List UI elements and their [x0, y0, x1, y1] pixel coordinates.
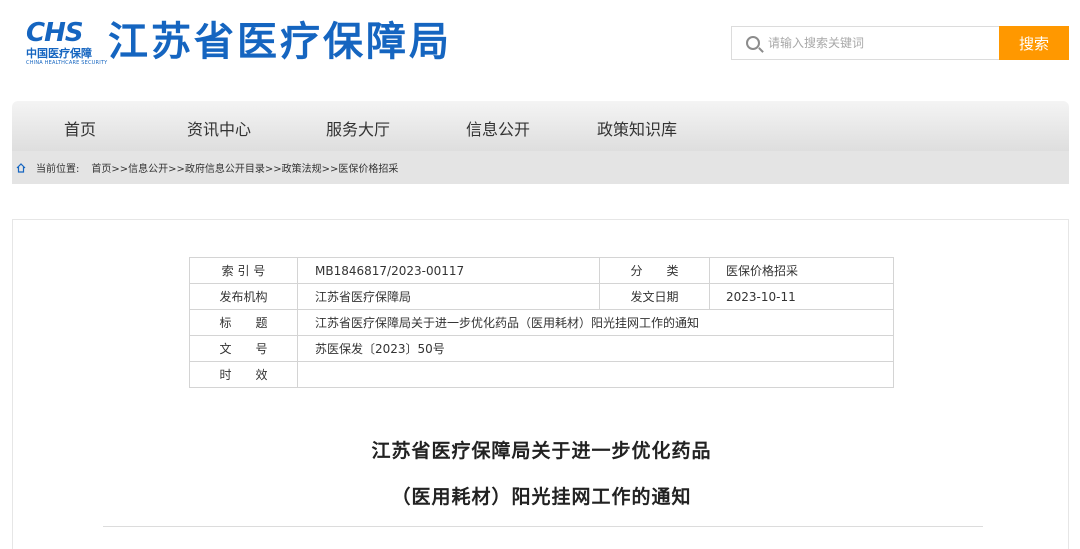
breadcrumb-path[interactable]: 首页>>信息公开>>政府信息公开目录>>政策法规>>医保价格招采 [91, 160, 398, 175]
site-header: CHS 中国医疗保障 CHINA HEALTHCARE SECURITY 江苏省… [0, 0, 1080, 100]
search-input[interactable] [768, 36, 968, 50]
chs-logo[interactable]: CHS 中国医疗保障 CHINA HEALTHCARE SECURITY [26, 18, 108, 66]
logo-english-text: CHINA HEALTHCARE SECURITY [26, 60, 108, 66]
main-nav: 首页 资讯中心 服务大厅 信息公开 政策知识库 [12, 101, 1069, 151]
site-title[interactable]: 江苏省医疗保障局 [108, 16, 452, 68]
title-value: 江苏省医疗保障局关于进一步优化药品（医用耗材）阳光挂网工作的通知 [297, 309, 894, 336]
publisher-label: 发布机构 [189, 283, 298, 310]
nav-item-services[interactable]: 服务大厅 [326, 116, 390, 140]
document-title-line-1: 江苏省医疗保障局关于进一步优化药品 [371, 440, 712, 462]
date-value: 2023-10-11 [709, 283, 894, 310]
home-icon [16, 162, 26, 173]
breadcrumb-label: 当前位置: [36, 164, 80, 175]
content-panel: 索 引 号 MB1846817/2023-00117 分 类 医保价格招采 发布… [12, 219, 1069, 549]
table-row: 文 号 苏医保发〔2023〕50号 [189, 335, 894, 362]
validity-label: 时 效 [189, 361, 298, 388]
document-title-line-2: （医用耗材）阳光挂网工作的通知 [391, 486, 692, 508]
category-value: 医保价格招采 [709, 257, 894, 284]
nav-item-home[interactable]: 首页 [64, 116, 96, 140]
title-divider [103, 526, 983, 527]
validity-value [297, 361, 894, 388]
logo-mark: CHS [26, 18, 84, 48]
table-row: 时 效 [189, 361, 894, 388]
date-label: 发文日期 [599, 283, 710, 310]
table-row: 标 题 江苏省医疗保障局关于进一步优化药品（医用耗材）阳光挂网工作的通知 [189, 309, 894, 336]
category-label: 分 类 [599, 257, 710, 284]
docno-value: 苏医保发〔2023〕50号 [297, 335, 894, 362]
table-row: 发布机构 江苏省医疗保障局 发文日期 2023-10-11 [189, 283, 894, 310]
title-label: 标 题 [189, 309, 298, 336]
index-value: MB1846817/2023-00117 [297, 257, 600, 284]
nav-item-disclosure[interactable]: 信息公开 [466, 116, 530, 140]
publisher-value: 江苏省医疗保障局 [297, 283, 600, 310]
nav-item-policy-library[interactable]: 政策知识库 [597, 116, 677, 140]
index-label: 索 引 号 [189, 257, 298, 284]
search-box[interactable] [731, 26, 999, 60]
logo-chinese-text: 中国医疗保障 [26, 47, 92, 60]
search-icon [746, 36, 760, 50]
search-button[interactable]: 搜索 [999, 26, 1069, 60]
docno-label: 文 号 [189, 335, 298, 362]
nav-item-news[interactable]: 资讯中心 [187, 116, 251, 140]
document-meta-table: 索 引 号 MB1846817/2023-00117 分 类 医保价格招采 发布… [189, 257, 894, 388]
table-row: 索 引 号 MB1846817/2023-00117 分 类 医保价格招采 [189, 257, 894, 284]
breadcrumb: 当前位置: 首页>>信息公开>>政府信息公开目录>>政策法规>>医保价格招采 [12, 151, 1069, 184]
